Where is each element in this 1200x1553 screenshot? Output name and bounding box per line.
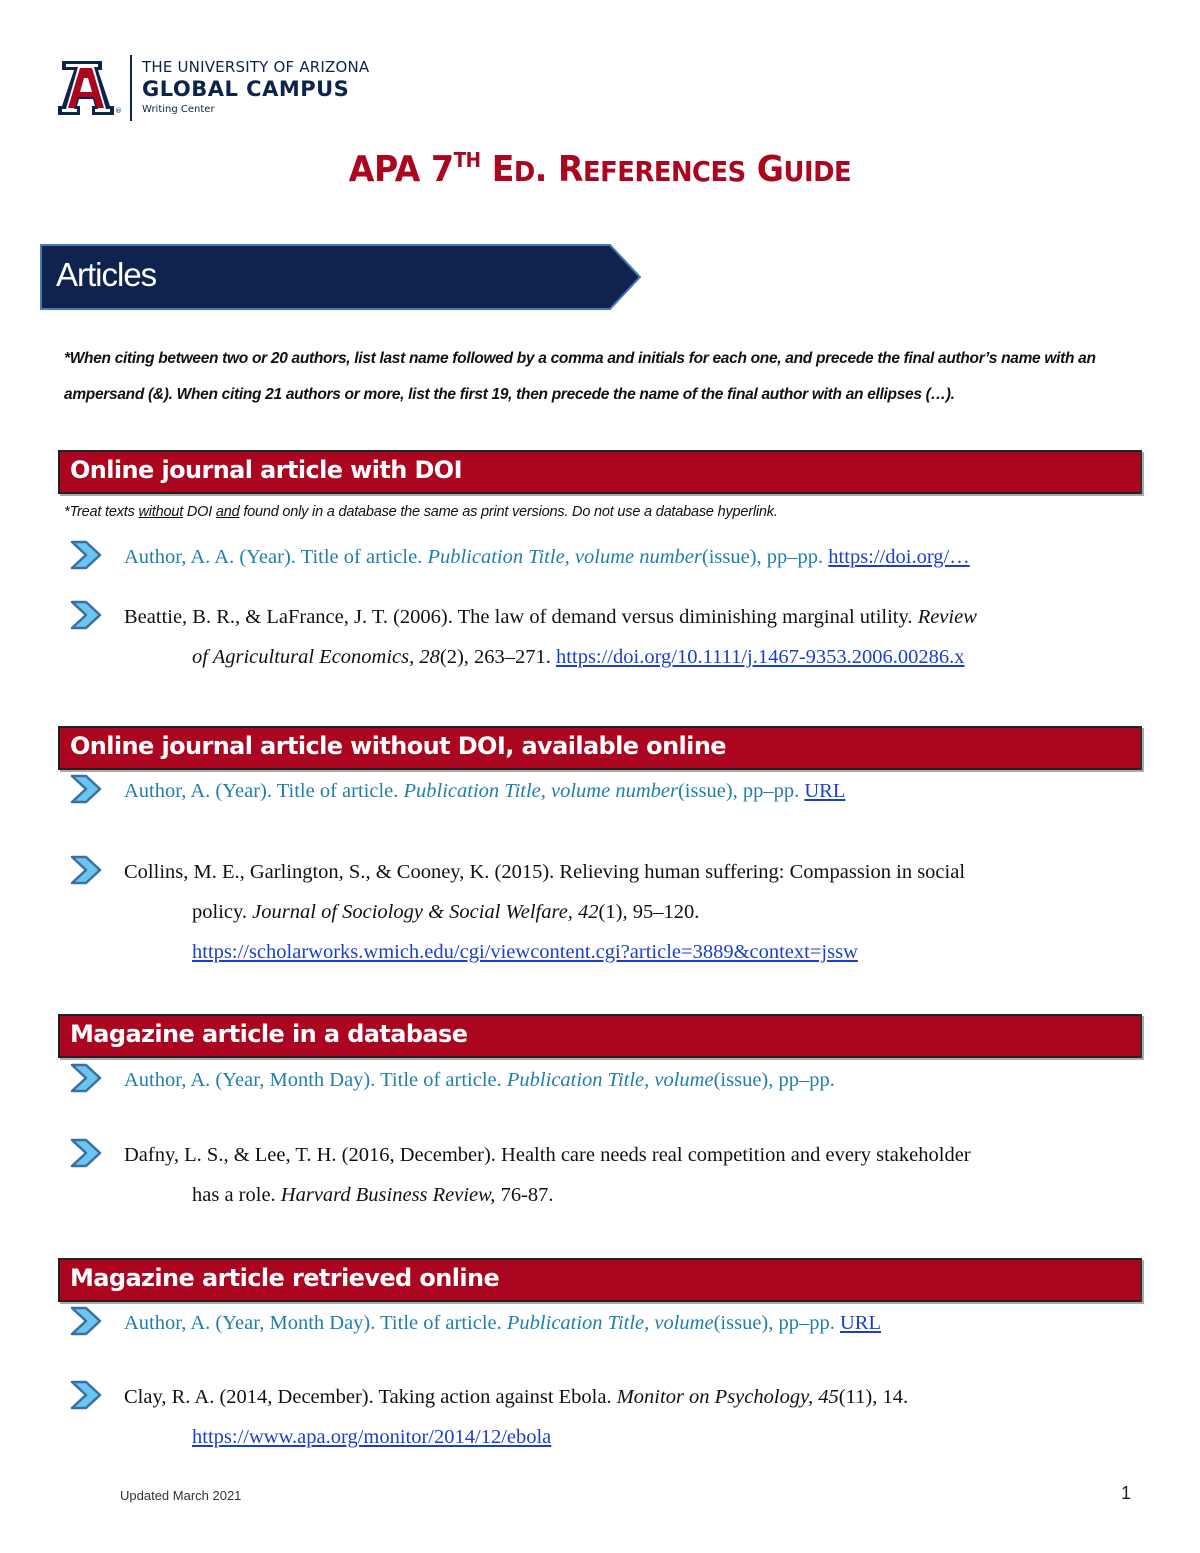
updated-date: Updated March 2021 (120, 1488, 242, 1503)
chevron-right-icon (70, 1306, 102, 1336)
doi-link[interactable]: https://doi.org/… (828, 546, 969, 568)
citation-template: Author, A. A. (Year). Title of article. … (124, 546, 970, 568)
university-a-logo-icon: ® (58, 61, 122, 115)
citation-template: Author, A. (Year, Month Day). Title of a… (124, 1312, 881, 1334)
citation-template: Author, A. (Year, Month Day). Title of a… (124, 1069, 835, 1091)
university-logo: ® THE UNIVERSITY OF ARIZONA GLOBAL CAMPU… (58, 55, 369, 121)
example-url-link[interactable]: https://www.apa.org/monitor/2014/12/ebol… (192, 1426, 551, 1448)
section-header-journal-doi: Online journal article with DOI (58, 450, 1142, 494)
logo-university-name: THE UNIVERSITY OF ARIZONA (142, 58, 370, 76)
example-doi-link[interactable]: https://doi.org/10.1111/j.1467-9353.2006… (556, 646, 965, 668)
chevron-right-icon (70, 1138, 102, 1168)
citation-example: Clay, R. A. (2014, December). Taking act… (124, 1386, 909, 1448)
url-link[interactable]: URL (804, 780, 845, 802)
chevron-right-icon (70, 540, 102, 570)
chevron-right-icon (70, 1380, 102, 1410)
logo-campus-name: GLOBAL CAMPUS (142, 77, 350, 101)
chevron-right-icon (70, 1063, 102, 1093)
section-header-journal-no-doi: Online journal article without DOI, avai… (58, 726, 1142, 770)
chevron-right-icon (70, 855, 102, 885)
articles-banner: Articles (40, 244, 642, 310)
banner-label: Articles (56, 256, 157, 293)
url-link[interactable]: URL (840, 1312, 881, 1334)
logo-divider (130, 55, 132, 121)
page-number: 1 (1121, 1483, 1132, 1503)
citation-example: Dafny, L. S., & Lee, T. H. (2016, Decemb… (124, 1144, 971, 1206)
chevron-right-icon (70, 600, 102, 630)
section-header-magazine-database: Magazine article in a database (58, 1014, 1142, 1058)
logo-department: Writing Center (142, 104, 215, 115)
logo-text: THE UNIVERSITY OF ARIZONA GLOBAL CAMPUS … (142, 58, 369, 118)
registered-mark: ® (115, 107, 122, 115)
section-header-magazine-online: Magazine article retrieved online (58, 1258, 1142, 1302)
doi-treatment-note: *Treat texts without DOI and found only … (64, 504, 778, 520)
citation-template: Author, A. (Year). Title of article. Pub… (124, 780, 846, 802)
example-url-link[interactable]: https://scholarworks.wmich.edu/cgi/viewc… (192, 941, 858, 963)
citation-example: Beattie, B. R., & LaFrance, J. T. (2006)… (124, 606, 977, 668)
authors-note: *When citing between two or 20 authors, … (64, 350, 1096, 403)
chevron-right-icon (70, 774, 102, 804)
document-title: APA 7TH ED. REFERENCES GUIDE (348, 148, 852, 190)
citation-example: Collins, M. E., Garlington, S., & Cooney… (124, 861, 966, 963)
